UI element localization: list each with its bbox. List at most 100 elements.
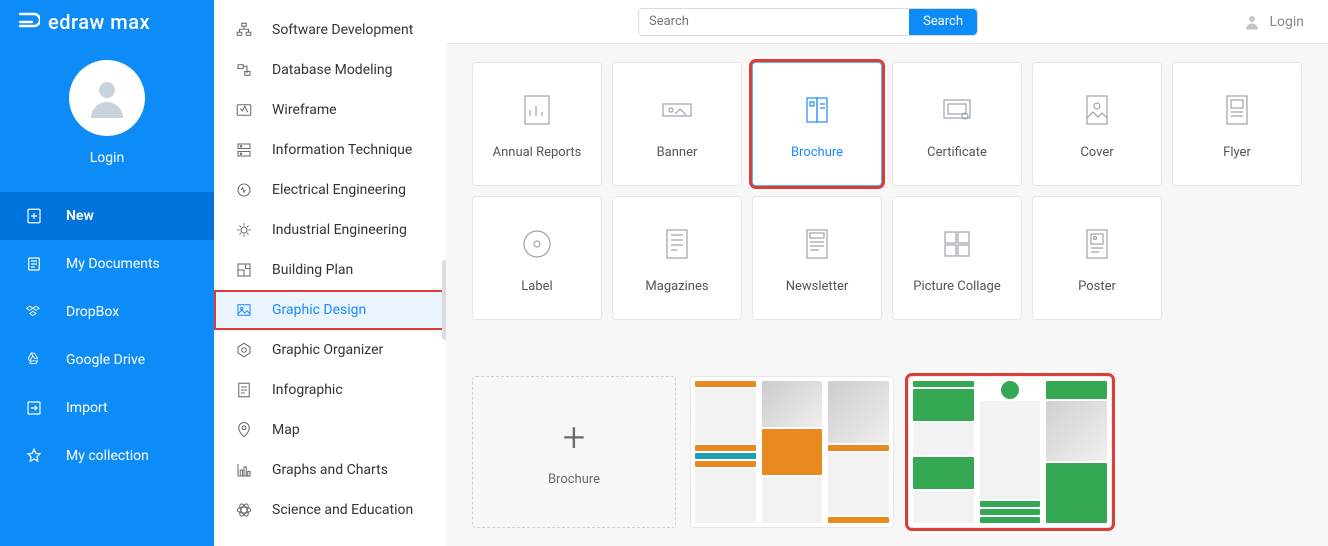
barchart-icon	[234, 460, 254, 480]
hierarchy-icon	[234, 20, 254, 40]
user-icon	[1243, 13, 1261, 31]
star-icon	[24, 446, 44, 466]
category-graphs-charts[interactable]: Graphs and Charts	[214, 450, 446, 490]
tile-label: Banner	[657, 145, 698, 160]
tile-label: Magazines	[645, 279, 708, 294]
tile-label-text: Label	[521, 279, 552, 294]
brochure-icon	[796, 89, 838, 131]
certificate-icon	[936, 89, 978, 131]
search-input[interactable]	[639, 9, 909, 35]
template-brochure-green[interactable]	[908, 376, 1112, 528]
tile-brochure[interactable]: Brochure	[752, 62, 882, 186]
category-science-education[interactable]: Science and Education	[214, 490, 446, 530]
server-icon	[234, 140, 254, 160]
atom-icon	[234, 500, 254, 520]
new-blank-template[interactable]: + Brochure	[472, 376, 676, 528]
sidebar-item-dropbox[interactable]: DropBox	[0, 288, 214, 336]
database-icon	[234, 60, 254, 80]
organizer-icon	[234, 340, 254, 360]
import-icon	[24, 398, 44, 418]
top-login-label: Login	[1269, 14, 1304, 30]
category-label: Electrical Engineering	[272, 182, 406, 198]
search-box: Search	[638, 8, 978, 36]
tile-poster[interactable]: Poster	[1032, 196, 1162, 320]
category-industrial-engineering[interactable]: Industrial Engineering	[214, 210, 446, 250]
tile-magazines[interactable]: Magazines	[612, 196, 742, 320]
sidebar-item-label: DropBox	[66, 304, 119, 320]
content: Annual Reports Banner Brochure Certifica…	[446, 44, 1328, 546]
category-label: Database Modeling	[272, 62, 393, 78]
main-area: Search Login Annual Reports Banner Broch…	[446, 0, 1328, 546]
tile-cover[interactable]: Cover	[1032, 62, 1162, 186]
poster-icon	[1076, 223, 1118, 265]
plus-file-icon	[24, 206, 44, 226]
sidebar-item-new[interactable]: New	[0, 192, 214, 240]
category-label: Graphic Design	[272, 302, 366, 318]
tile-annual-reports[interactable]: Annual Reports	[472, 62, 602, 186]
report-icon	[516, 89, 558, 131]
sidebar: edraw max Login New My Documents DropBox	[0, 0, 214, 546]
sidebar-item-mydocuments[interactable]: My Documents	[0, 240, 214, 288]
category-graphic-organizer[interactable]: Graphic Organizer	[214, 330, 446, 370]
template-row: + Brochure	[472, 376, 1302, 528]
dropbox-icon	[24, 302, 44, 322]
tile-label: Newsletter	[786, 279, 849, 294]
edraw-logo-icon	[16, 10, 40, 34]
tile-newsletter[interactable]: Newsletter	[752, 196, 882, 320]
infographic-icon	[234, 380, 254, 400]
category-label: Science and Education	[272, 502, 413, 518]
category-building-plan[interactable]: Building Plan	[214, 250, 446, 290]
category-database-modeling[interactable]: Database Modeling	[214, 50, 446, 90]
category-label: Software Development	[272, 22, 413, 38]
banner-icon	[656, 89, 698, 131]
category-software-development[interactable]: Software Development	[214, 10, 446, 50]
sidebar-item-label: Google Drive	[66, 352, 145, 368]
category-information-technique[interactable]: Information Technique	[214, 130, 446, 170]
tile-label: Certificate	[927, 145, 987, 160]
plus-icon: +	[563, 418, 586, 458]
floorplan-icon	[234, 260, 254, 280]
category-wireframe[interactable]: Wireframe	[214, 90, 446, 130]
tile-certificate[interactable]: Certificate	[892, 62, 1022, 186]
category-infographic[interactable]: Infographic	[214, 370, 446, 410]
template-brochure-orange[interactable]	[690, 376, 894, 528]
map-pin-icon	[234, 420, 254, 440]
top-login-link[interactable]: Login	[1243, 13, 1304, 31]
tile-banner[interactable]: Banner	[612, 62, 742, 186]
collage-icon	[936, 223, 978, 265]
topbar: Search Login	[446, 0, 1328, 44]
sidebar-item-import[interactable]: Import	[0, 384, 214, 432]
cover-icon	[1076, 89, 1118, 131]
wireframe-icon	[234, 100, 254, 120]
flyer-icon	[1216, 89, 1258, 131]
gear-icon	[234, 220, 254, 240]
category-label: Building Plan	[272, 262, 353, 278]
tile-flyer[interactable]: Flyer	[1172, 62, 1302, 186]
avatar-icon	[69, 60, 145, 136]
tile-label: Picture Collage	[913, 279, 1000, 294]
sidebar-login-label: Login	[90, 150, 125, 166]
search-button[interactable]: Search	[909, 9, 977, 35]
template-thumbnail	[691, 377, 893, 527]
sidebar-item-label: My collection	[66, 448, 149, 464]
sidebar-item-mycollection[interactable]: My collection	[0, 432, 214, 480]
tile-label: Cover	[1080, 145, 1113, 160]
sidebar-item-label: New	[66, 208, 94, 224]
app-logo: edraw max	[0, 0, 214, 44]
category-electrical-engineering[interactable]: Electrical Engineering	[214, 170, 446, 210]
tile-label[interactable]: Label	[472, 196, 602, 320]
tile-label: Annual Reports	[493, 145, 582, 160]
category-graphic-design[interactable]: Graphic Design	[214, 290, 446, 330]
category-label: Industrial Engineering	[272, 222, 407, 238]
template-thumbnail	[909, 377, 1111, 527]
category-list: Software Development Database Modeling W…	[214, 0, 446, 546]
sidebar-item-googledrive[interactable]: Google Drive	[0, 336, 214, 384]
tile-grid: Annual Reports Banner Brochure Certifica…	[472, 62, 1302, 320]
tile-picture-collage[interactable]: Picture Collage	[892, 196, 1022, 320]
category-map[interactable]: Map	[214, 410, 446, 450]
side-nav: New My Documents DropBox Google Drive Im…	[0, 192, 214, 480]
tile-label: Brochure	[791, 145, 843, 160]
category-label: Infographic	[272, 382, 343, 398]
newsletter-icon	[796, 223, 838, 265]
user-avatar-section[interactable]: Login	[0, 44, 214, 174]
